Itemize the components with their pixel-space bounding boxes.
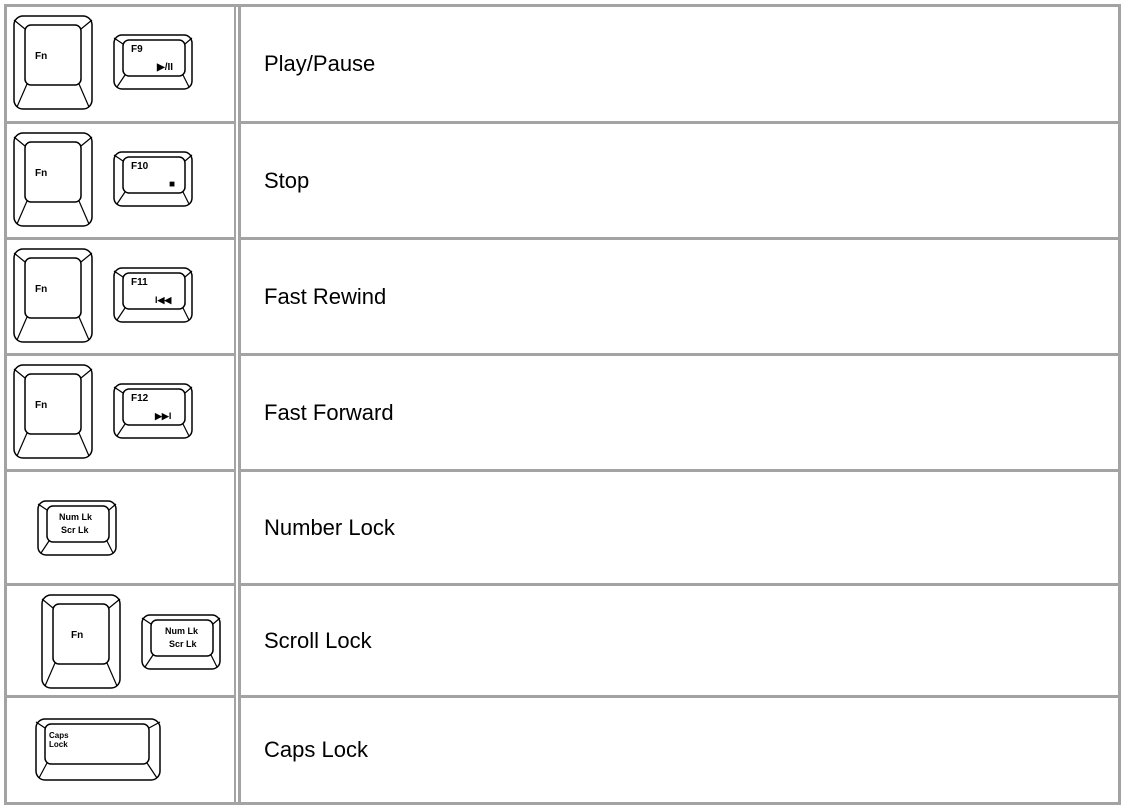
row-label: Play/Pause xyxy=(264,51,376,76)
table-row: Caps Lock Caps Lock xyxy=(7,698,1118,802)
row-label: Stop xyxy=(264,167,310,193)
fn-key-label: Fn xyxy=(35,168,47,179)
table-row: Fn F10 ■ Stop xyxy=(7,124,1118,240)
f9-key-icon: F9 ▶/II xyxy=(113,34,193,90)
fn-key-label: Fn xyxy=(35,51,47,62)
f12-key-label: F12 xyxy=(131,393,149,404)
lock-label: Lock xyxy=(49,740,68,749)
row-label: Scroll Lock xyxy=(264,627,372,653)
key-combo-cell: Caps Lock xyxy=(7,698,234,802)
key-combo-cell: Num Lk Scr Lk xyxy=(7,472,234,583)
f11-key-label: F11 xyxy=(131,277,148,288)
row-label: Fast Forward xyxy=(264,399,394,425)
f12-key-icon: F12 ▶▶I xyxy=(113,383,193,439)
num-lock-key-icon: Num Lk Scr Lk xyxy=(141,614,221,670)
fn-key-icon: Fn xyxy=(13,364,93,459)
table-row: Fn F11 I◀◀ Fast Rewind xyxy=(7,240,1118,356)
row-label: Fast Rewind xyxy=(264,283,387,309)
table-row: Num Lk Scr Lk Number Lock xyxy=(7,472,1118,586)
row-label: Caps Lock xyxy=(264,737,368,762)
rewind-icon: I◀◀ xyxy=(155,295,172,305)
key-combo-cell: Fn F11 I◀◀ xyxy=(7,240,234,353)
caps-lock-key-icon: Caps Lock xyxy=(35,718,161,781)
f9-key-label: F9 xyxy=(131,44,143,55)
num-lock-key-icon: Num Lk Scr Lk xyxy=(37,500,117,556)
scr-lk-label: Scr Lk xyxy=(169,639,198,649)
key-combo-cell: Fn Num Lk Scr Lk xyxy=(7,586,234,695)
key-combo-cell: Fn F10 ■ xyxy=(7,124,234,237)
column-divider xyxy=(234,7,241,802)
num-lk-label: Num Lk xyxy=(59,512,93,522)
fn-key-label: Fn xyxy=(35,400,47,411)
fn-key-icon: Fn xyxy=(13,248,93,343)
fn-key-icon: Fn xyxy=(13,132,93,227)
fn-key-label: Fn xyxy=(71,630,83,641)
scr-lk-label: Scr Lk xyxy=(61,525,90,535)
table-row: Fn Num Lk Scr Lk Scroll Lock xyxy=(7,586,1118,698)
stop-icon: ■ xyxy=(169,179,175,190)
f11-key-icon: F11 I◀◀ xyxy=(113,267,193,323)
play-pause-icon: ▶/II xyxy=(156,62,173,73)
fn-key-label: Fn xyxy=(35,284,47,295)
fast-forward-icon: ▶▶I xyxy=(154,411,171,421)
caps-label: Caps xyxy=(49,731,69,740)
fn-key-icon: Fn xyxy=(13,15,93,110)
key-combo-cell: Fn F12 ▶▶I xyxy=(7,356,234,469)
table-row: Fn F12 ▶▶I Fast Forward xyxy=(7,356,1118,472)
row-label: Number Lock xyxy=(264,514,395,540)
shortcut-table: Fn F9 ▶/II Play/Pause Fn F10 ■ Stop Fn F… xyxy=(4,4,1121,805)
num-lk-label: Num Lk xyxy=(165,626,199,636)
table-row: Fn F9 ▶/II Play/Pause xyxy=(7,7,1118,124)
f10-key-label: F10 xyxy=(131,161,149,172)
f10-key-icon: F10 ■ xyxy=(113,151,193,207)
fn-key-icon: Fn xyxy=(41,594,121,689)
key-combo-cell: Fn F9 ▶/II xyxy=(7,7,234,121)
